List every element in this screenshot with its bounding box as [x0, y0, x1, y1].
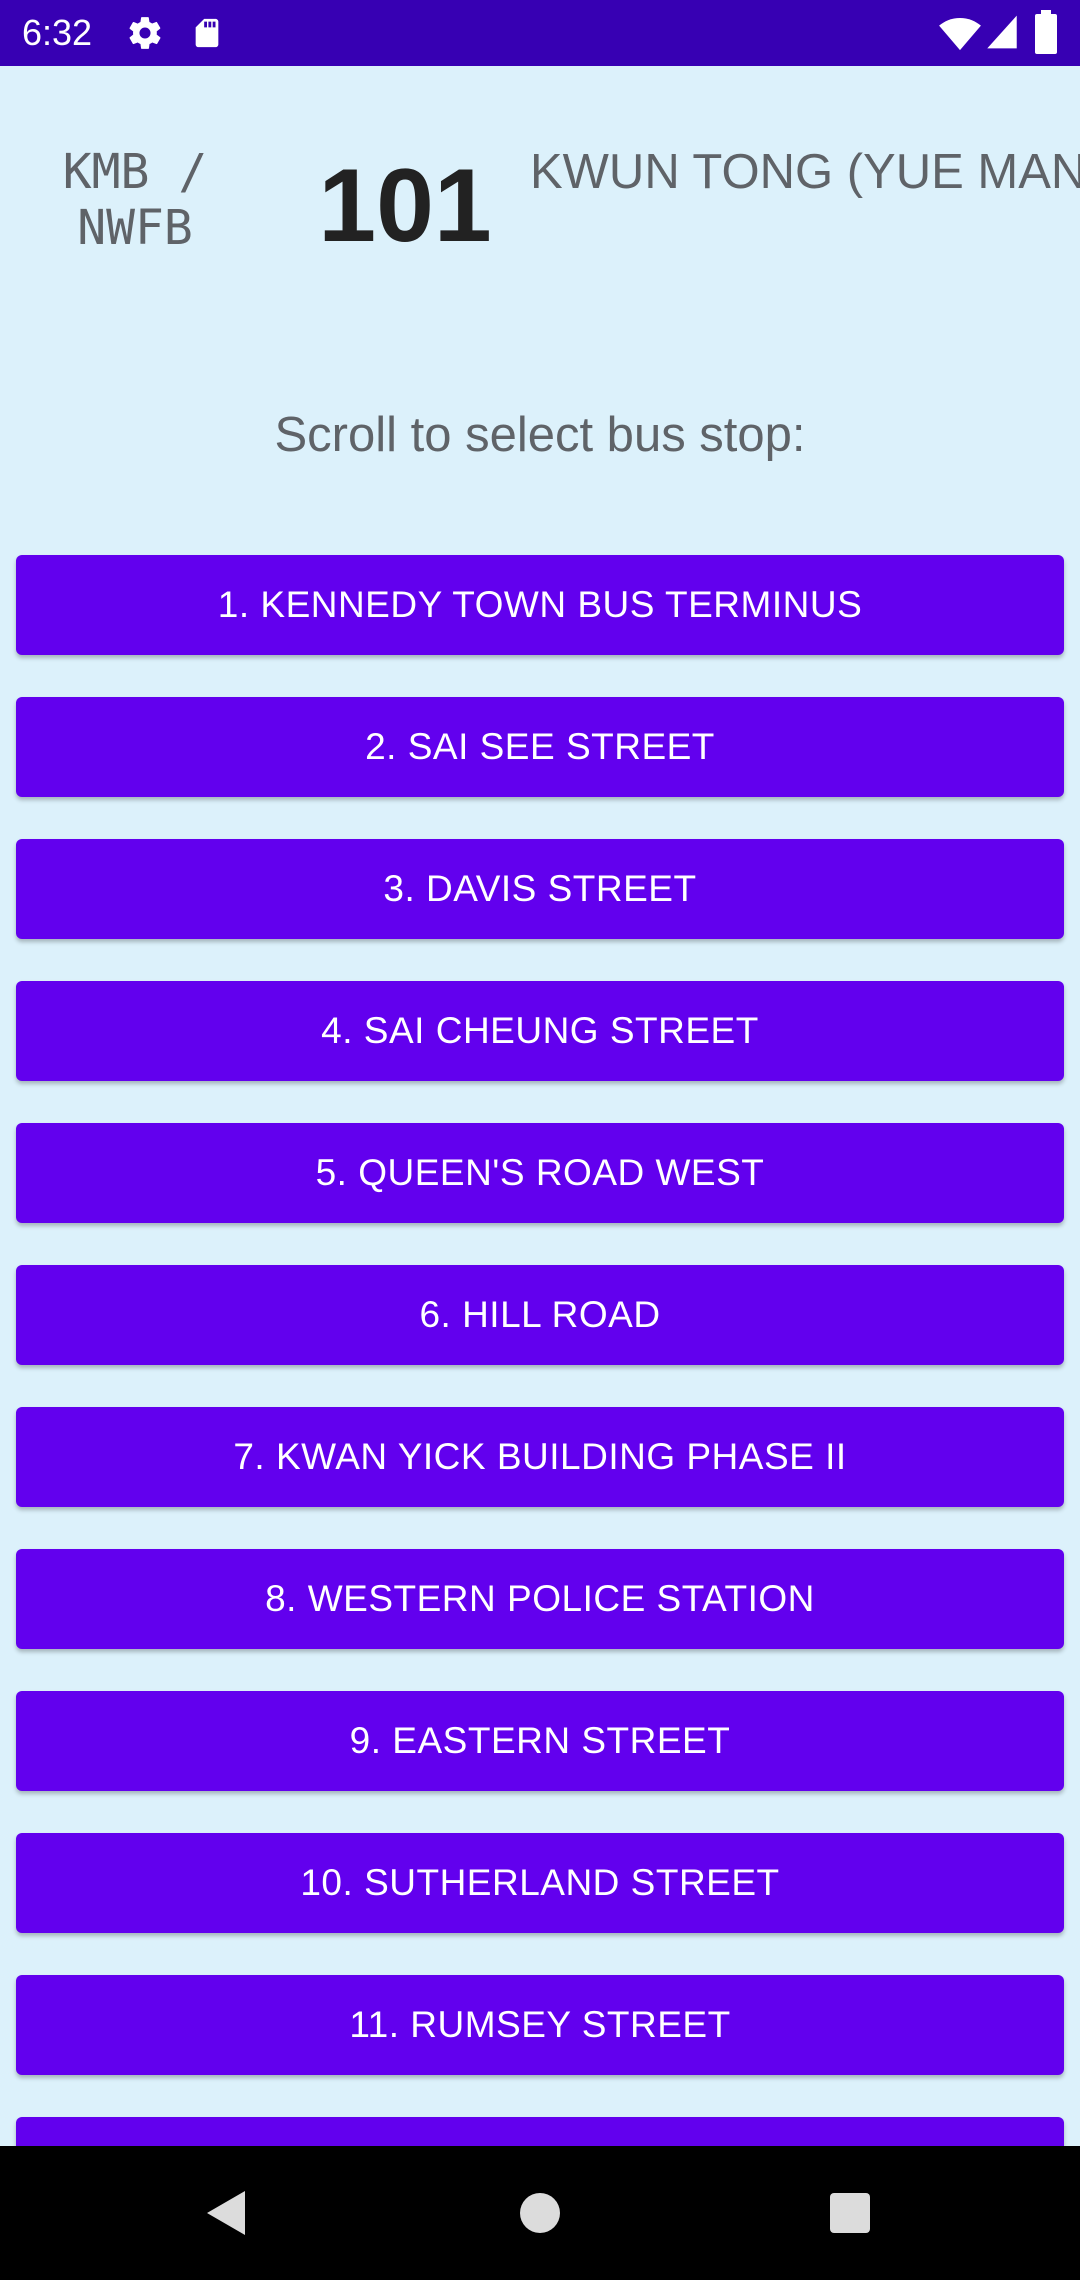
back-icon	[207, 2191, 245, 2235]
bus-stop-button[interactable]: 7. KWAN YICK BUILDING PHASE II	[16, 1407, 1064, 1507]
bus-stop-button[interactable]: 10. SUTHERLAND STREET	[16, 1833, 1064, 1933]
back-button[interactable]	[165, 2146, 285, 2280]
bus-stop-button[interactable]: 11. RUMSEY STREET	[16, 1975, 1064, 2075]
bus-stop-button[interactable]: 9. EASTERN STREET	[16, 1691, 1064, 1791]
recents-icon	[830, 2193, 870, 2233]
status-time: 6:32	[22, 12, 93, 53]
home-icon	[520, 2193, 560, 2233]
bus-stop-button[interactable]: 5. QUEEN'S ROAD WEST	[16, 1123, 1064, 1223]
wifi-icon	[939, 18, 981, 51]
bus-company: KMB / NWFB	[62, 144, 208, 256]
select-stop-prompt: Scroll to select bus stop:	[274, 408, 806, 462]
gear-icon	[129, 17, 161, 49]
bus-stop-button[interactable]: 2. SAI SEE STREET	[16, 697, 1064, 797]
navigation-bar	[0, 2146, 1080, 2280]
bus-stop-list[interactable]: 1. KENNEDY TOWN BUS TERMINUS 2. SAI SEE …	[16, 555, 1064, 2146]
bus-stop-button[interactable]: 3. DAVIS STREET	[16, 839, 1064, 939]
status-bar: 6:32	[0, 0, 1080, 66]
bus-stop-button[interactable]: 4. SAI CHEUNG STREET	[16, 981, 1064, 1081]
signal-icon	[987, 15, 1017, 49]
bus-stop-button[interactable]: 1. KENNEDY TOWN BUS TERMINUS	[16, 555, 1064, 655]
battery-icon	[1035, 10, 1057, 54]
route-number: 101	[318, 148, 492, 264]
home-button[interactable]	[480, 2146, 600, 2280]
sd-card-icon	[195, 18, 219, 48]
bus-stop-button[interactable]	[16, 2117, 1064, 2146]
bus-stop-button[interactable]: 8. WESTERN POLICE STATION	[16, 1549, 1064, 1649]
route-destination: KWUN TONG (YUE MAN SQUARE)	[530, 145, 1080, 199]
bus-stop-button[interactable]: 6. HILL ROAD	[16, 1265, 1064, 1365]
recents-button[interactable]	[790, 2146, 910, 2280]
main-content: KMB / NWFB 101 KWUN TONG (YUE MAN SQUARE…	[0, 66, 1080, 2146]
